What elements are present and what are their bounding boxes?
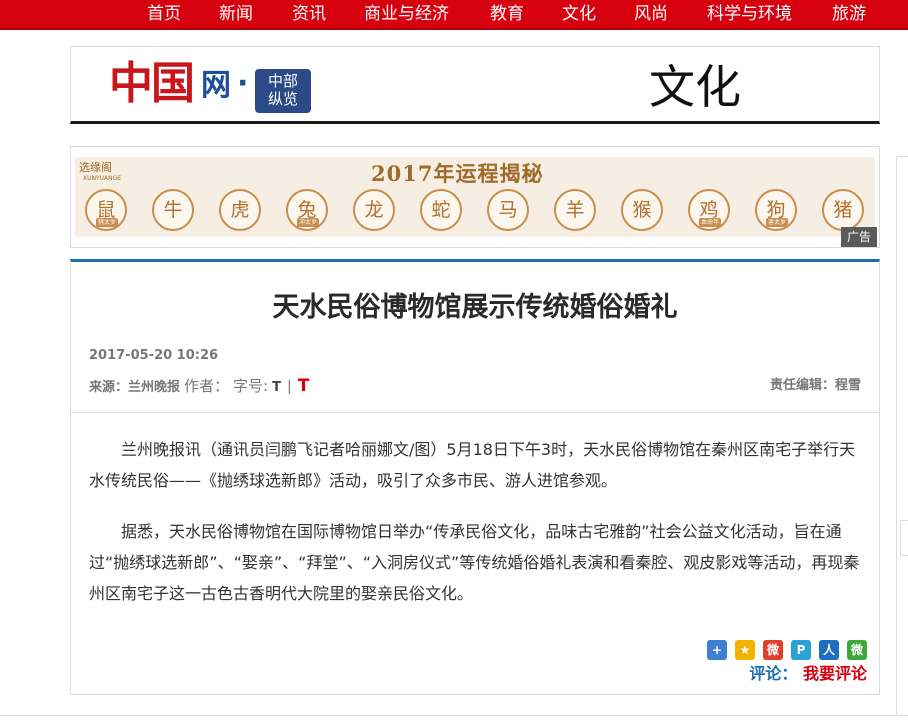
share-bar: + ★ 微 P 人微 (707, 640, 875, 662)
logo-seal-line2: 纵览 (267, 90, 298, 108)
site-header: 中国 网 · 中部 纵览 文化 (70, 46, 880, 124)
meta-divider (71, 412, 879, 413)
article-date: 2017-05-20 10:26 (89, 348, 219, 363)
nav-item-travel[interactable]: 旅游 (832, 3, 866, 25)
zodiac-name: 羊 (565, 199, 585, 221)
article-source: 来源：兰州晚报 (89, 380, 181, 395)
nav-item-business[interactable]: 商业与经济 (364, 3, 449, 25)
renren-icon[interactable]: 人 (819, 640, 839, 660)
zodiac-8[interactable]: 猴 (621, 189, 663, 231)
zodiac-11[interactable]: 猪 (822, 189, 864, 231)
page-bottom-line (0, 715, 908, 716)
logo-dot: · (237, 66, 249, 101)
nav-item-info[interactable]: 资讯 (292, 3, 326, 25)
article-paragraph-1: 兰州晚报讯（通讯员闫鹏飞记者哈丽娜文/图）5月18日下午3时，天水民俗博物馆在秦… (89, 440, 856, 490)
nav-item-home[interactable]: 首页 (147, 3, 181, 25)
zodiac-7[interactable]: 羊 (554, 189, 596, 231)
article-panel: 天水民俗博物馆展示传统婚俗婚礼 2017-05-20 10:26 来源：兰州晚报… (70, 259, 880, 695)
ad-label: 广告 (841, 227, 877, 247)
zodiac-5[interactable]: 蛇 (420, 189, 462, 231)
right-sidebar-edge (896, 156, 908, 716)
font-size-large-button[interactable]: T (298, 375, 310, 397)
logo-seal-line1: 中部 (267, 72, 298, 90)
logo-wang-text: 网 (201, 68, 231, 103)
ad-banner-image[interactable]: 选缘阁 XUNYUANGE 2017年运程揭秘 鼠桃太岁 牛 虎 兔冲太岁 龙 蛇 马 羊 猴 鸡… (75, 157, 877, 247)
qzone-icon[interactable]: ★ (735, 640, 755, 660)
top-nav-bar: 首页 新闻 资讯 商业与经济 教育 文化 风尚 科学与环境 旅游 (0, 0, 908, 30)
article-author: 作者： (184, 377, 230, 395)
article-editor: 责任编辑：程雪 (769, 378, 861, 393)
comment-area: 评论： 我要评论 (749, 662, 867, 686)
right-sidebar-box (900, 520, 908, 556)
font-size-separator: | (286, 379, 292, 395)
zodiac-10[interactable]: 狗害太岁 (755, 189, 797, 231)
weibo-icon[interactable]: 微 (763, 640, 783, 660)
article-meta: 来源：兰州晚报 作者： 字号: T | T (89, 375, 309, 397)
ad-brand: 选缘阁 (79, 161, 112, 174)
zodiac-name: 虎 (230, 199, 250, 221)
font-size-small-button[interactable]: T (272, 377, 281, 399)
zodiac-0[interactable]: 鼠桃太岁 (85, 189, 127, 231)
ad-title: 2017年运程揭秘 (371, 161, 544, 186)
nav-item-science[interactable]: 科学与环境 (707, 3, 792, 25)
article-title: 天水民俗博物馆展示传统婚俗婚礼 (272, 292, 678, 323)
zodiac-4[interactable]: 龙 (353, 189, 395, 231)
nav-item-fashion[interactable]: 风尚 (634, 3, 668, 25)
zodiac-name: 猪 (833, 199, 853, 221)
zodiac-name: 龙 (364, 199, 384, 221)
zodiac-tag: 害太岁 (766, 218, 788, 227)
tencent-weibo-icon[interactable]: P (791, 640, 811, 660)
share-more-icon[interactable]: + (707, 640, 727, 660)
comment-label: 评论： (749, 664, 798, 683)
logo-china-text: 中国 (109, 58, 195, 109)
zodiac-9[interactable]: 鸡本命年 (688, 189, 730, 231)
site-logo[interactable]: 中国 网 · 中部 纵览 (109, 55, 319, 117)
ad-brand-sub: XUNYUANGE (83, 175, 122, 182)
nav-item-culture[interactable]: 文化 (562, 3, 596, 25)
zodiac-3[interactable]: 兔冲太岁 (286, 189, 328, 231)
wechat-icon[interactable]: 微 (847, 640, 867, 660)
write-comment-link[interactable]: 我要评论 (803, 664, 867, 683)
font-size-label: 字号: (233, 377, 269, 395)
article-paragraph-2: 据悉，天水民俗博物馆在国际博物馆日举办“传承民俗文化，品味古宅雅韵”社会公益文化… (89, 522, 860, 603)
nav-item-education[interactable]: 教育 (490, 3, 524, 25)
zodiac-name: 猴 (632, 199, 652, 221)
ad-banner[interactable]: 选缘阁 XUNYUANGE 2017年运程揭秘 鼠桃太岁 牛 虎 兔冲太岁 龙 蛇 马 羊 猴 鸡… (70, 146, 880, 248)
zodiac-tag: 桃太岁 (96, 218, 118, 227)
zodiac-tag: 冲太岁 (297, 218, 319, 227)
zodiac-2[interactable]: 虎 (219, 189, 261, 231)
zodiac-tag: 本命年 (699, 218, 721, 227)
zodiac-name: 马 (498, 199, 518, 221)
logo-seal: 中部 纵览 (255, 69, 311, 113)
nav-item-news[interactable]: 新闻 (219, 3, 253, 25)
zodiac-6[interactable]: 马 (487, 189, 529, 231)
zodiac-name: 牛 (163, 199, 183, 221)
zodiac-1[interactable]: 牛 (152, 189, 194, 231)
channel-title: 文化 (649, 60, 741, 114)
zodiac-name: 蛇 (431, 199, 451, 221)
